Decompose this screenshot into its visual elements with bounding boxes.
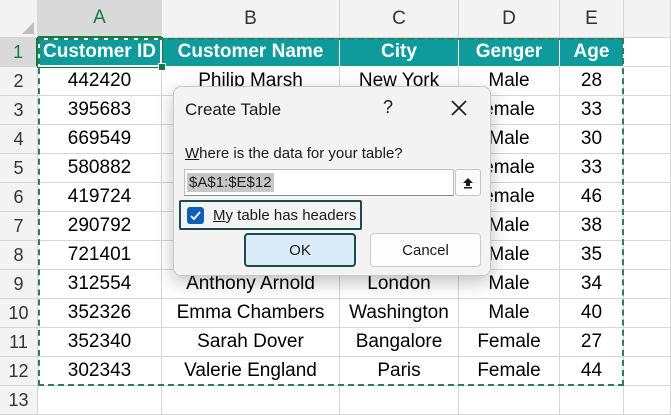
- column-header-d[interactable]: D: [459, 0, 560, 38]
- row-header-6[interactable]: 6: [0, 183, 38, 212]
- table-cell[interactable]: [624, 270, 671, 299]
- headers-checkbox-label[interactable]: My table has headers: [213, 207, 356, 224]
- select-all-triangle-icon: [22, 22, 34, 34]
- table-cell[interactable]: 352340: [38, 328, 162, 357]
- table-cell[interactable]: Valerie England: [162, 357, 340, 386]
- table-cell[interactable]: Female: [459, 328, 560, 357]
- table-cell[interactable]: 395683: [38, 96, 162, 125]
- select-all-corner[interactable]: [0, 0, 38, 38]
- range-prompt-accel: W: [185, 145, 200, 162]
- row-header-5[interactable]: 5: [0, 154, 38, 183]
- table-cell[interactable]: [624, 154, 671, 183]
- table-cell[interactable]: Paris: [340, 357, 459, 386]
- table-cell[interactable]: 33: [560, 96, 624, 125]
- table-cell[interactable]: [624, 299, 671, 328]
- help-button[interactable]: ?: [378, 97, 398, 118]
- column-header-a[interactable]: A: [38, 0, 162, 38]
- table-header-cell[interactable]: Customer ID: [38, 38, 162, 67]
- row-header-4[interactable]: 4: [0, 125, 38, 154]
- table-cell[interactable]: [624, 357, 671, 386]
- table-cell[interactable]: 352326: [38, 299, 162, 328]
- table-cell[interactable]: Sarah Dover: [162, 328, 340, 357]
- column-header-b[interactable]: B: [162, 0, 340, 38]
- close-button[interactable]: [446, 95, 472, 121]
- collapse-dialog-icon: [463, 177, 473, 188]
- row-header-10[interactable]: 10: [0, 299, 38, 328]
- table-cell[interactable]: [624, 96, 671, 125]
- range-prompt-text: here is the data for your table?: [199, 145, 403, 162]
- collapse-dialog-button[interactable]: [455, 169, 481, 196]
- table-cell[interactable]: Female: [459, 357, 560, 386]
- ok-button[interactable]: OK: [244, 233, 356, 267]
- table-cell[interactable]: Bangalore: [340, 328, 459, 357]
- table-cell[interactable]: [624, 125, 671, 154]
- table-cell[interactable]: [624, 212, 671, 241]
- table-header-cell[interactable]: Genger: [459, 38, 560, 67]
- close-icon: [451, 100, 467, 116]
- table-cell[interactable]: 580882: [38, 154, 162, 183]
- table-cell[interactable]: Male: [459, 299, 560, 328]
- table-cell[interactable]: 46: [560, 183, 624, 212]
- headers-checkbox-row[interactable]: My table has headers: [179, 200, 362, 230]
- checkmark-icon: [190, 211, 201, 221]
- row-header-1[interactable]: 1: [0, 38, 38, 67]
- table-header-cell[interactable]: Customer Name: [162, 38, 340, 67]
- column-header-c[interactable]: C: [340, 0, 459, 38]
- table-cell[interactable]: 669549: [38, 125, 162, 154]
- table-cell[interactable]: 27: [560, 328, 624, 357]
- cancel-button[interactable]: Cancel: [370, 233, 481, 267]
- table-cell[interactable]: 419724: [38, 183, 162, 212]
- range-prompt-label: Where is the data for your table?: [185, 145, 403, 162]
- table-cell[interactable]: 30: [560, 125, 624, 154]
- fill-handle[interactable]: [158, 63, 166, 71]
- column-header-f[interactable]: [624, 0, 671, 38]
- row-header-12[interactable]: 12: [0, 357, 38, 386]
- table-cell[interactable]: [624, 241, 671, 270]
- table-cell[interactable]: [624, 183, 671, 212]
- table-cell[interactable]: [624, 328, 671, 357]
- table-cell[interactable]: 35: [560, 241, 624, 270]
- column-header-e[interactable]: E: [560, 0, 624, 38]
- table-cell[interactable]: 28: [560, 67, 624, 96]
- table-cell[interactable]: 721401: [38, 241, 162, 270]
- table-cell[interactable]: [624, 67, 671, 96]
- row-header-9[interactable]: 9: [0, 270, 38, 299]
- table-cell[interactable]: Washington: [340, 299, 459, 328]
- range-input[interactable]: $A$1:$E$12: [184, 169, 454, 196]
- table-header-cell[interactable]: City: [340, 38, 459, 67]
- table-cell[interactable]: 38: [560, 212, 624, 241]
- table-header-cell[interactable]: Age: [560, 38, 624, 67]
- row-header-2[interactable]: 2: [0, 67, 38, 96]
- create-table-dialog: Create Table ? Where is the data for you…: [173, 86, 491, 276]
- table-cell[interactable]: 34: [560, 270, 624, 299]
- row-header-8[interactable]: 8: [0, 241, 38, 270]
- table-cell[interactable]: 290792: [38, 212, 162, 241]
- table-cell[interactable]: 33: [560, 154, 624, 183]
- table-cell[interactable]: 40: [560, 299, 624, 328]
- row-header-7[interactable]: 7: [0, 212, 38, 241]
- headers-checkbox-accel: M: [213, 207, 226, 224]
- table-cell[interactable]: 442420: [38, 67, 162, 96]
- dialog-title: Create Table: [185, 100, 282, 119]
- table-cell[interactable]: 302343: [38, 357, 162, 386]
- row-header-11[interactable]: 11: [0, 328, 38, 357]
- range-input-value: $A$1:$E$12: [187, 173, 274, 192]
- headers-checkbox-text: y table has headers: [225, 207, 357, 224]
- row-header-3[interactable]: 3: [0, 96, 38, 125]
- table-cell[interactable]: 312554: [38, 270, 162, 299]
- table-cell[interactable]: 44: [560, 357, 624, 386]
- table-cell[interactable]: Emma Chambers: [162, 299, 340, 328]
- table-cell[interactable]: [624, 38, 671, 67]
- headers-checkbox[interactable]: [187, 207, 204, 224]
